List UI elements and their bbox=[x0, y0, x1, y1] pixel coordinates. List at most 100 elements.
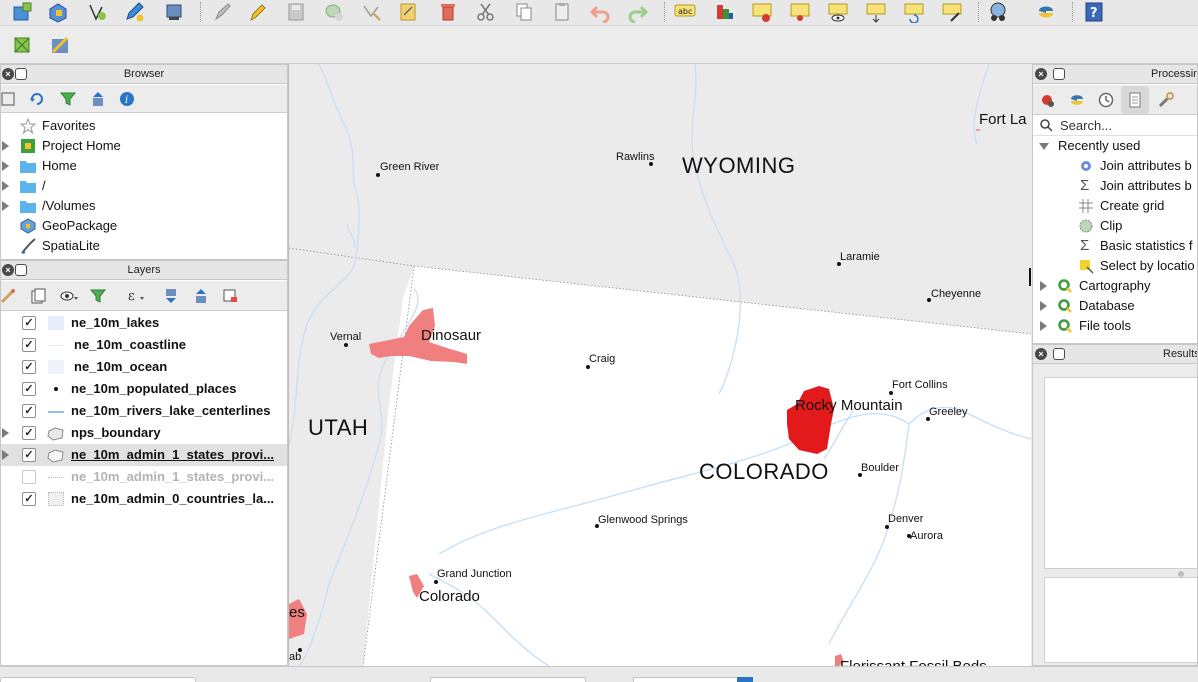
filter-icon[interactable] bbox=[56, 88, 80, 110]
label-pin-icon[interactable] bbox=[712, 1, 736, 23]
remove-layer-icon[interactable] bbox=[218, 285, 242, 307]
browser-item-root[interactable]: / bbox=[1, 176, 287, 196]
layer-row[interactable]: ✓ nps_boundary bbox=[1, 422, 287, 444]
refresh-icon[interactable] bbox=[25, 88, 49, 110]
layer-visibility-checkbox[interactable]: ✓ bbox=[22, 316, 36, 330]
layer-visibility-checkbox[interactable]: ✓ bbox=[22, 426, 36, 440]
layer-row[interactable]: ✓ ne_10m_ocean bbox=[1, 356, 287, 378]
processing-search-box[interactable]: Search... bbox=[1033, 116, 1197, 136]
copy-icon[interactable] bbox=[512, 1, 536, 23]
cut-icon[interactable] bbox=[474, 1, 498, 23]
expand-arrow-icon[interactable] bbox=[2, 428, 9, 438]
history-clock-icon[interactable] bbox=[1094, 89, 1118, 111]
label-highlight-icon[interactable] bbox=[750, 1, 774, 23]
label-abc-icon[interactable]: abc bbox=[673, 1, 697, 23]
layer-visibility-checkbox[interactable]: ✓ bbox=[22, 338, 36, 352]
help-icon[interactable]: ? bbox=[1082, 1, 1106, 23]
layer-row[interactable]: ✓ ne_10m_admin_0_countries_la... bbox=[1, 488, 287, 510]
info-icon[interactable]: i bbox=[115, 88, 139, 110]
scale-dropdown-button[interactable] bbox=[737, 677, 753, 682]
close-icon[interactable]: × bbox=[1035, 348, 1047, 360]
algorithm-item[interactable]: Select by locatio bbox=[1033, 256, 1197, 276]
browser-item-home[interactable]: Home bbox=[1, 156, 287, 176]
layer-visibility-checkbox[interactable] bbox=[22, 470, 36, 484]
locator-search-input[interactable] bbox=[0, 677, 196, 682]
undo-icon[interactable] bbox=[588, 1, 612, 23]
algorithm-item[interactable]: Create grid bbox=[1033, 196, 1197, 216]
label-rotate-icon[interactable] bbox=[902, 1, 926, 23]
expand-arrow-icon[interactable] bbox=[2, 201, 9, 211]
map-canvas[interactable]: Green River Rawlins Fort La Laramie Chey… bbox=[288, 64, 1031, 666]
edit-brush-icon[interactable] bbox=[210, 1, 234, 23]
layer-visibility-checkbox[interactable]: ✓ bbox=[22, 492, 36, 506]
collapse-all-icon[interactable] bbox=[86, 88, 110, 110]
plugin-tool-icon[interactable] bbox=[48, 34, 72, 56]
label-move-icon[interactable] bbox=[864, 1, 888, 23]
pencil-icon[interactable] bbox=[246, 1, 270, 23]
redo-icon[interactable] bbox=[626, 1, 650, 23]
python-icon[interactable] bbox=[1034, 1, 1058, 23]
new-project-icon[interactable] bbox=[10, 1, 34, 23]
save-edits-icon[interactable] bbox=[284, 1, 308, 23]
results-document-icon[interactable] bbox=[1121, 86, 1149, 114]
algorithm-item[interactable]: Clip bbox=[1033, 216, 1197, 236]
style-brush-icon[interactable] bbox=[1, 285, 20, 307]
browser-item-geopackage[interactable]: GeoPackage bbox=[1, 216, 287, 236]
tree-group-recently-used[interactable]: Recently used bbox=[1033, 136, 1197, 156]
layer-row[interactable]: ✓ ne_10m_lakes bbox=[1, 312, 287, 334]
browser-item-spatialite[interactable]: SpatiaLite bbox=[1, 236, 287, 256]
layer-visibility-checkbox[interactable]: ✓ bbox=[22, 360, 36, 374]
coordinate-field[interactable] bbox=[430, 677, 586, 682]
float-panel-icon[interactable] bbox=[1053, 348, 1065, 360]
layer-visibility-checkbox[interactable]: ✓ bbox=[22, 448, 36, 462]
layer-row[interactable]: ✓ ne_10m_populated_places bbox=[1, 378, 287, 400]
close-icon[interactable]: × bbox=[2, 264, 14, 276]
expand-arrow-icon[interactable] bbox=[2, 141, 9, 151]
open-project-icon[interactable] bbox=[46, 1, 70, 23]
tree-group-file-tools[interactable]: File tools bbox=[1033, 316, 1197, 336]
label-map-icon[interactable] bbox=[788, 1, 812, 23]
add-selected-icon[interactable] bbox=[1, 88, 20, 110]
tree-group-cartography[interactable]: Cartography bbox=[1033, 276, 1197, 296]
save-layer-icon[interactable] bbox=[162, 1, 186, 23]
visibility-eye-icon[interactable] bbox=[57, 285, 81, 307]
float-panel-icon[interactable] bbox=[1053, 68, 1065, 80]
expand-arrow-icon[interactable] bbox=[1040, 301, 1047, 311]
float-panel-icon[interactable] bbox=[15, 68, 27, 80]
paste-icon[interactable] bbox=[550, 1, 574, 23]
python-scripts-icon[interactable] bbox=[1065, 89, 1089, 111]
expand-arrow-icon[interactable] bbox=[2, 161, 9, 171]
add-group-icon[interactable] bbox=[26, 285, 50, 307]
layer-visibility-checkbox[interactable]: ✓ bbox=[22, 382, 36, 396]
expand-arrow-icon[interactable] bbox=[1040, 281, 1047, 291]
browser-item-favorites[interactable]: Favorites bbox=[1, 116, 287, 136]
plugin-sparkle-icon[interactable] bbox=[10, 34, 34, 56]
layer-row-selected[interactable]: ✓ ne_10m_admin_1_states_provi... bbox=[1, 444, 287, 466]
pencil-edit-icon[interactable] bbox=[122, 1, 146, 23]
tree-group-database[interactable]: Database bbox=[1033, 296, 1197, 316]
algorithm-item[interactable]: Join attributes b bbox=[1033, 156, 1197, 176]
expression-filter-icon[interactable]: ε bbox=[126, 285, 150, 307]
expand-arrow-icon[interactable] bbox=[1040, 321, 1047, 331]
close-icon[interactable]: × bbox=[1035, 68, 1047, 80]
layer-row-disabled[interactable]: ne_10m_admin_1_states_provi... bbox=[1, 466, 287, 488]
search-input[interactable]: Search... bbox=[1060, 118, 1112, 133]
expand-arrow-icon[interactable] bbox=[2, 450, 9, 460]
layer-edit-icon[interactable] bbox=[396, 1, 420, 23]
browser-item-volumes[interactable]: /Volumes bbox=[1, 196, 287, 216]
expand-all-icon[interactable] bbox=[159, 285, 183, 307]
globe-icon[interactable] bbox=[986, 1, 1010, 23]
digitize-vertex-icon[interactable] bbox=[86, 1, 110, 23]
delete-icon[interactable] bbox=[436, 1, 460, 23]
results-list[interactable] bbox=[1044, 377, 1197, 569]
label-eye-icon[interactable] bbox=[826, 1, 850, 23]
add-point-icon[interactable] bbox=[322, 1, 346, 23]
collapse-arrow-icon[interactable] bbox=[1039, 143, 1049, 150]
browser-item-project-home[interactable]: Project Home bbox=[1, 136, 287, 156]
collapse-all-icon[interactable] bbox=[189, 285, 213, 307]
options-wrench-icon[interactable] bbox=[1154, 89, 1178, 111]
layer-row[interactable]: ✓ ne_10m_coastline bbox=[1, 334, 287, 356]
models-gear-icon[interactable] bbox=[1035, 89, 1059, 111]
results-detail[interactable] bbox=[1044, 577, 1197, 663]
float-panel-icon[interactable] bbox=[15, 264, 27, 276]
